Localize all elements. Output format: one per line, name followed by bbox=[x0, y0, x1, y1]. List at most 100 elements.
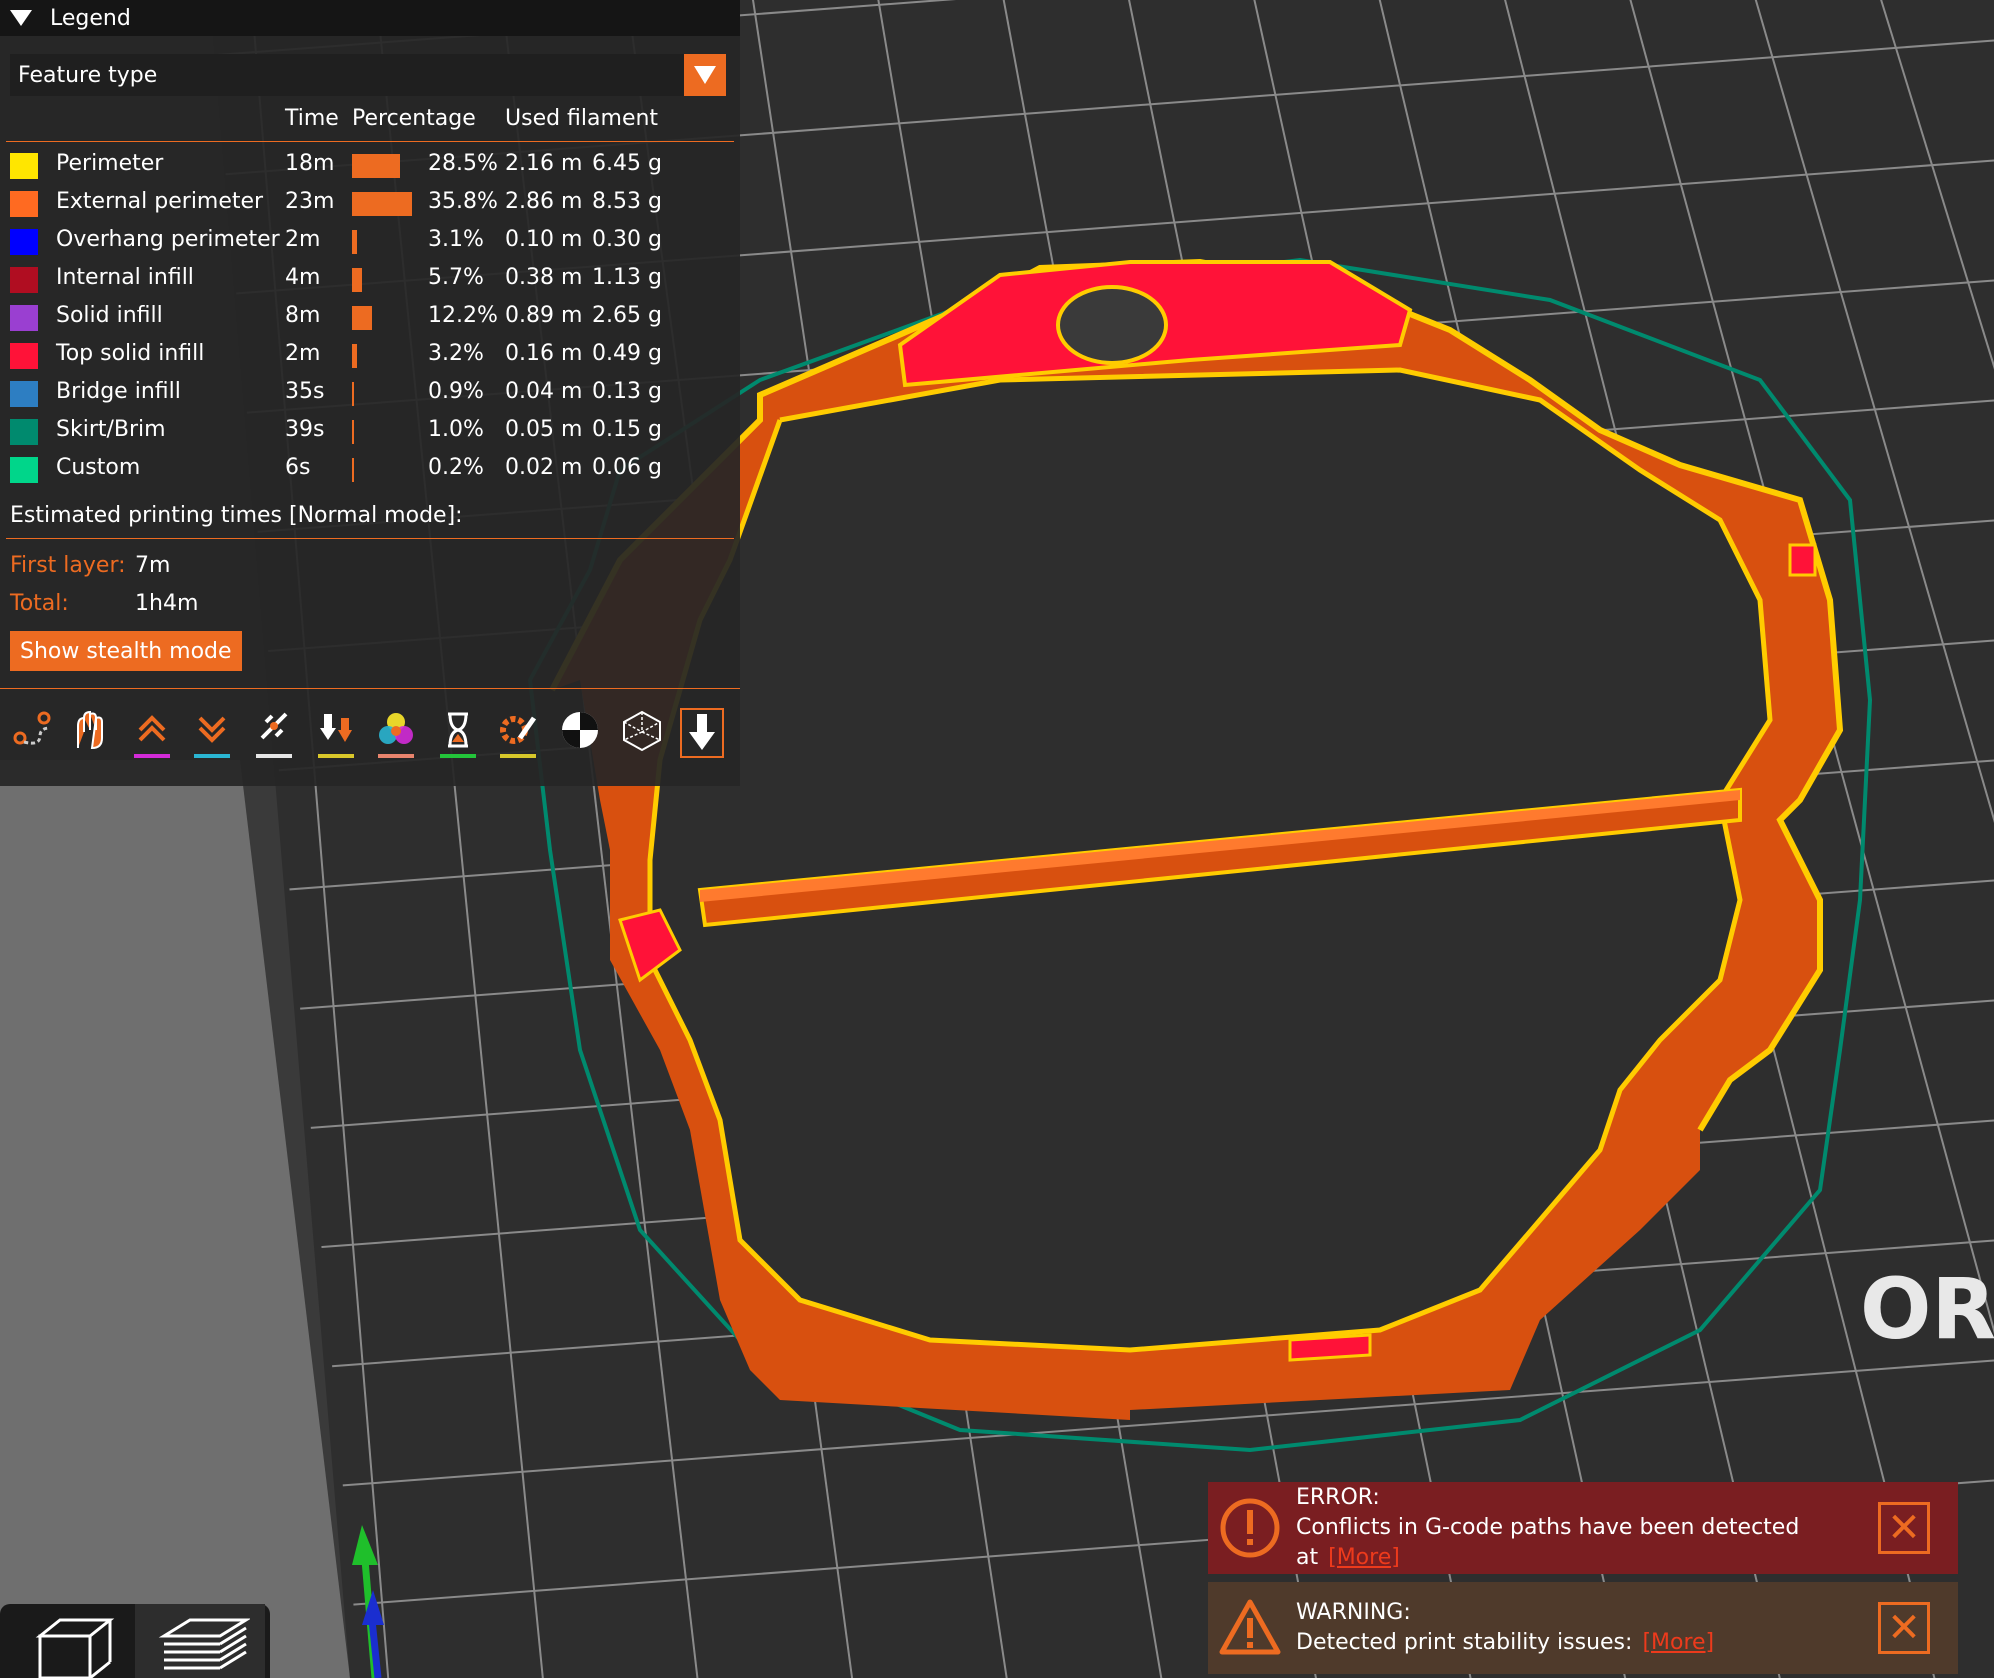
item-percentage-bar bbox=[352, 420, 354, 444]
legend-item[interactable]: Overhang perimeter 2m 3.1% 0.10 m 0.30 g bbox=[0, 227, 740, 257]
item-mass: 8.53 g bbox=[592, 189, 662, 214]
item-length: 2.86 m bbox=[505, 189, 583, 214]
color-swatch bbox=[10, 153, 38, 179]
item-time: 6s bbox=[285, 455, 311, 480]
seams-toggle[interactable] bbox=[250, 708, 298, 762]
header-separator bbox=[6, 141, 734, 142]
color-swatch bbox=[10, 229, 38, 255]
item-name: Skirt/Brim bbox=[56, 417, 166, 442]
warning-icon bbox=[1219, 1599, 1281, 1655]
item-percentage: 3.1% bbox=[428, 227, 484, 252]
deretractions-toggle[interactable] bbox=[188, 708, 236, 762]
mounting-hole bbox=[1056, 285, 1168, 365]
warning-close-button[interactable]: ✕ bbox=[1878, 1602, 1930, 1654]
item-name: Overhang perimeter bbox=[56, 227, 280, 252]
error-more-link[interactable]: [More] bbox=[1328, 1545, 1400, 1570]
close-icon: ✕ bbox=[1887, 1505, 1921, 1551]
item-length: 0.38 m bbox=[505, 265, 583, 290]
tool-changes-toggle[interactable] bbox=[312, 708, 360, 762]
item-percentage-bar bbox=[352, 344, 357, 368]
first-layer-value: 7m bbox=[135, 553, 171, 578]
legend-item[interactable]: Skirt/Brim 39s 1.0% 0.05 m 0.15 g bbox=[0, 417, 740, 447]
collapse-triangle-icon[interactable] bbox=[10, 10, 32, 26]
item-percentage-bar bbox=[352, 268, 362, 292]
error-notification: ERROR: Conflicts in G-code paths have be… bbox=[1208, 1482, 1958, 1574]
pause-prints-toggle[interactable] bbox=[434, 708, 482, 762]
3d-view-button[interactable] bbox=[5, 1604, 135, 1678]
item-percentage: 35.8% bbox=[428, 189, 498, 214]
error-title: ERROR: bbox=[1296, 1485, 1380, 1510]
item-time: 35s bbox=[285, 379, 325, 404]
color-swatch bbox=[10, 419, 38, 445]
item-percentage-bar bbox=[352, 458, 354, 482]
legend-item[interactable]: Custom 6s 0.2% 0.02 m 0.06 g bbox=[0, 455, 740, 485]
item-mass: 0.13 g bbox=[592, 379, 662, 404]
show-stealth-mode-button[interactable]: Show stealth mode bbox=[10, 631, 242, 671]
toolbar-separator bbox=[0, 688, 740, 689]
travel-toggle[interactable] bbox=[8, 708, 56, 762]
custom-gcodes-icon bbox=[500, 716, 537, 744]
tool-marker-toggle[interactable] bbox=[680, 708, 724, 758]
legend-panel: Legend Feature type Time Percentage Used… bbox=[0, 0, 740, 786]
tool-marker-icon bbox=[689, 714, 715, 750]
warning-more-link[interactable]: [More] bbox=[1642, 1630, 1714, 1655]
item-mass: 0.30 g bbox=[592, 227, 662, 252]
item-percentage: 0.9% bbox=[428, 379, 484, 404]
item-time: 8m bbox=[285, 303, 321, 328]
times-separator bbox=[6, 538, 734, 539]
item-length: 2.16 m bbox=[505, 151, 583, 176]
col-time-header: Time bbox=[285, 106, 339, 131]
item-percentage-bar bbox=[352, 192, 412, 216]
col-percentage-header: Percentage bbox=[352, 106, 476, 131]
legend-header[interactable]: Legend bbox=[0, 0, 740, 36]
3d-view-icon bbox=[35, 1618, 115, 1678]
legend-item[interactable]: Internal infill 4m 5.7% 0.38 m 1.13 g bbox=[0, 265, 740, 295]
color-swatch bbox=[10, 191, 38, 217]
warning-message: Detected print stability issues: bbox=[1296, 1630, 1633, 1655]
item-length: 0.89 m bbox=[505, 303, 583, 328]
error-close-button[interactable]: ✕ bbox=[1878, 1502, 1930, 1554]
item-time: 39s bbox=[285, 417, 325, 442]
travel-icon bbox=[13, 711, 51, 745]
col-used-filament-header: Used filament bbox=[505, 106, 659, 131]
view-type-combo[interactable]: Feature type bbox=[10, 54, 726, 96]
tool-changes-icon bbox=[320, 714, 352, 742]
shells-toggle[interactable] bbox=[618, 708, 666, 762]
color-changes-toggle[interactable] bbox=[372, 708, 420, 762]
item-name: Perimeter bbox=[56, 151, 164, 176]
center-of-gravity-toggle[interactable] bbox=[556, 708, 604, 762]
dropdown-arrow-icon[interactable] bbox=[684, 54, 726, 96]
item-percentage: 0.2% bbox=[428, 455, 484, 480]
item-name: External perimeter bbox=[56, 189, 264, 214]
legend-item[interactable]: Perimeter 18m 28.5% 2.16 m 6.45 g bbox=[0, 151, 740, 181]
color-changes-icon bbox=[379, 713, 413, 744]
color-swatch bbox=[10, 343, 38, 369]
item-name: Internal infill bbox=[56, 265, 194, 290]
item-time: 2m bbox=[285, 341, 321, 366]
seams-icon bbox=[260, 712, 288, 740]
legend-item[interactable]: External perimeter 23m 35.8% 2.86 m 8.53 g bbox=[0, 189, 740, 219]
color-swatch bbox=[10, 457, 38, 483]
total-value: 1h4m bbox=[135, 591, 199, 616]
estimated-times-label: Estimated printing times [Normal mode]: bbox=[10, 503, 463, 528]
item-name: Custom bbox=[56, 455, 141, 480]
item-time: 18m bbox=[285, 151, 335, 176]
item-length: 0.05 m bbox=[505, 417, 583, 442]
item-mass: 2.65 g bbox=[592, 303, 662, 328]
custom-gcodes-toggle[interactable] bbox=[494, 708, 542, 762]
preview-button[interactable] bbox=[135, 1604, 265, 1678]
legend-item[interactable]: Top solid infill 2m 3.2% 0.16 m 0.49 g bbox=[0, 341, 740, 371]
error-icon bbox=[1220, 1498, 1280, 1558]
item-percentage-bar bbox=[352, 230, 357, 254]
color-swatch bbox=[10, 381, 38, 407]
item-time: 4m bbox=[285, 265, 321, 290]
item-percentage: 28.5% bbox=[428, 151, 498, 176]
legend-title: Legend bbox=[50, 5, 131, 31]
retractions-toggle[interactable] bbox=[128, 708, 176, 762]
item-length: 0.02 m bbox=[505, 455, 583, 480]
warning-title: WARNING: bbox=[1296, 1600, 1411, 1625]
legend-item[interactable]: Bridge infill 35s 0.9% 0.04 m 0.13 g bbox=[0, 379, 740, 409]
wipe-toggle[interactable] bbox=[68, 708, 116, 762]
color-swatch bbox=[10, 267, 38, 293]
legend-item[interactable]: Solid infill 8m 12.2% 0.89 m 2.65 g bbox=[0, 303, 740, 333]
